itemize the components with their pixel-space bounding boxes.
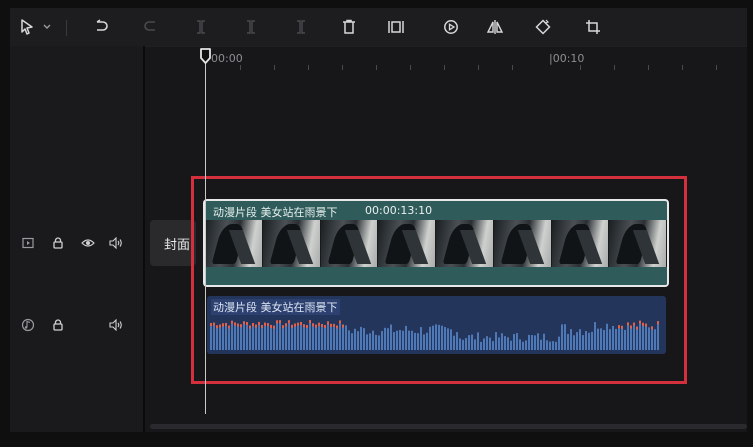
video-editor-timeline: 00:00 |00:10 封面 动漫片段 美女站在雨景下 00:00:13:10… (0, 0, 753, 447)
ruler-tick (274, 65, 275, 70)
undo-icon[interactable] (90, 8, 112, 46)
cover-label: 封面 (163, 237, 190, 253)
ruler-tick (716, 65, 717, 70)
toolbar-separator (66, 20, 67, 36)
select-pointer-icon[interactable] (16, 8, 38, 46)
ruler-tick (682, 65, 683, 70)
timeline-toolbar (10, 8, 747, 46)
ruler-tick (580, 65, 581, 70)
lock-icon[interactable] (50, 229, 66, 257)
reverse-play-icon[interactable] (440, 8, 462, 46)
horizontal-scrollbar[interactable] (150, 424, 747, 429)
playhead-line[interactable] (205, 56, 206, 414)
ruler-tick (240, 65, 241, 70)
ruler-tick (512, 65, 513, 70)
ruler-label-start: 00:00 (211, 52, 243, 65)
volume-icon[interactable] (108, 229, 124, 257)
ruler-tick (478, 65, 479, 70)
rotate-icon[interactable] (532, 8, 554, 46)
music-track-icon (20, 311, 36, 339)
ruler-tick (648, 65, 649, 70)
lock-icon[interactable] (50, 311, 66, 339)
timeline-top-border (145, 46, 747, 47)
split-left-icon[interactable] (240, 8, 262, 46)
ruler-tick (444, 65, 445, 70)
eye-icon[interactable] (80, 229, 96, 257)
ruler-tick (614, 65, 615, 70)
ruler-tick (308, 65, 309, 70)
cover-button[interactable]: 封面 (150, 220, 196, 266)
ruler-tick (376, 65, 377, 70)
ruler-tick (342, 65, 343, 70)
bottom-bar (10, 432, 747, 447)
delete-icon[interactable] (338, 8, 360, 46)
ruler-label-10s: |00:10 (549, 52, 585, 65)
ruler-tick (410, 65, 411, 70)
chevron-down-icon[interactable] (40, 8, 54, 46)
audio-track-header (18, 311, 138, 339)
crop-icon[interactable] (582, 8, 604, 46)
mirror-icon[interactable] (484, 8, 506, 46)
volume-icon[interactable] (108, 311, 124, 339)
redo-icon[interactable] (140, 8, 162, 46)
playhead-handle[interactable] (199, 48, 212, 64)
highlight-annotation-box (191, 176, 687, 384)
video-track-icon (20, 229, 36, 257)
video-track-header (18, 229, 138, 257)
split-right-icon[interactable] (290, 8, 312, 46)
freeze-frame-icon[interactable] (384, 8, 408, 46)
split-icon[interactable] (190, 8, 212, 46)
